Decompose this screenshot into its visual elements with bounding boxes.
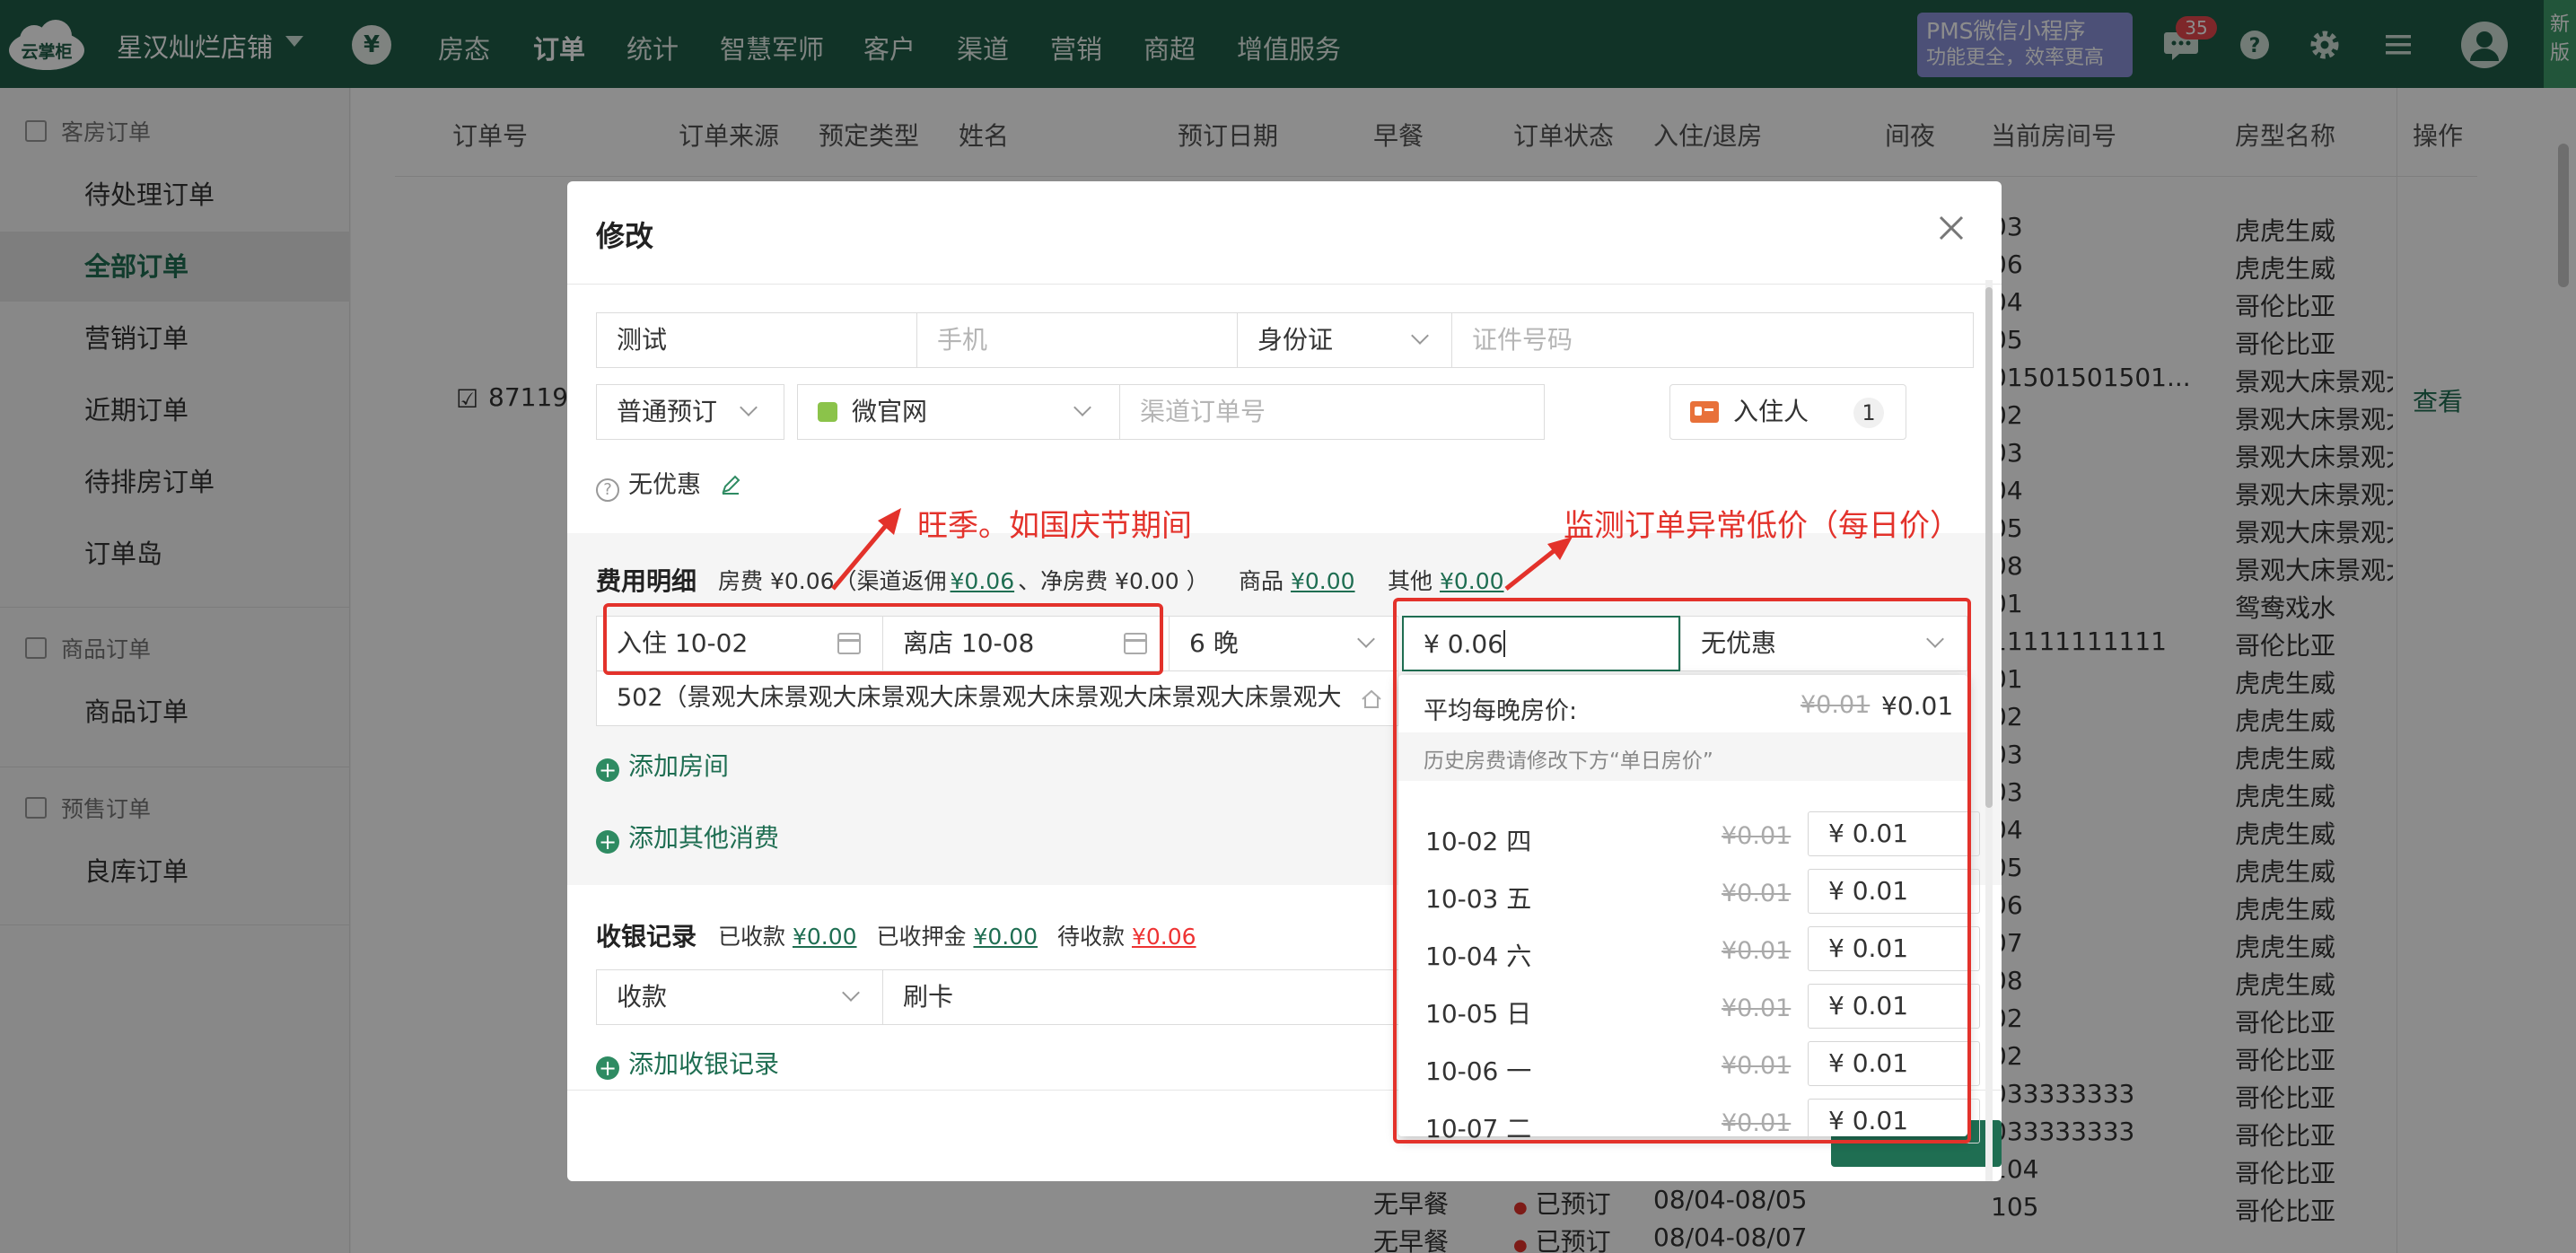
modal-header-divider <box>567 284 2002 285</box>
received-label: 已收款 <box>718 924 786 950</box>
channel-value: 微官网 <box>852 397 928 426</box>
cashier-summary: 已收款 ¥0.00 已收押金 ¥0.00 待收款 ¥0.06 <box>718 919 1196 951</box>
pending-label: 待收款 <box>1057 924 1126 950</box>
phone-input[interactable]: 手机 <box>916 312 1238 368</box>
other-fee-link[interactable]: ¥0.00 <box>1440 568 1504 594</box>
other-label: 其他 <box>1388 568 1433 594</box>
cashier-type-value: 收款 <box>617 982 668 1012</box>
received-link[interactable]: ¥0.00 <box>793 924 857 950</box>
channel-order-input[interactable]: 渠道订单号 <box>1119 384 1545 440</box>
id-card-icon <box>1690 401 1719 423</box>
modal-title: 修改 <box>596 219 654 253</box>
annotation-low-price-monitor: 监测订单异常低价（每日价） <box>1564 508 1960 544</box>
add-cashier-record-button[interactable]: + 添加收银记录 <box>596 1045 779 1081</box>
add-cashier-label: 添加收银记录 <box>628 1049 780 1079</box>
plus-icon: + <box>596 758 619 782</box>
add-room-label: 添加房间 <box>628 751 730 781</box>
house-icon <box>1360 688 1383 711</box>
add-other-label: 添加其他消费 <box>628 823 780 853</box>
goods-fee-link[interactable]: ¥0.00 <box>1291 568 1355 594</box>
guest-name-input[interactable]: 测试 <box>596 312 917 368</box>
goods-fee: 商品 ¥0.00 <box>1239 564 1355 596</box>
deposit-label: 已收押金 <box>876 924 967 950</box>
add-room-button[interactable]: + 添加房间 <box>596 747 729 783</box>
chevron-down-icon <box>1411 327 1429 345</box>
add-other-consumption-button[interactable]: + 添加其他消费 <box>596 819 779 854</box>
plus-icon: + <box>596 830 619 854</box>
chevron-down-icon <box>1357 630 1375 648</box>
channel-color-icon <box>818 402 837 422</box>
goods-label: 商品 <box>1239 568 1284 594</box>
room-select[interactable]: 502（景观大床景观大床景观大床景观大床景观大床景观大床景观大 <box>596 670 1398 726</box>
plus-icon: + <box>596 1056 619 1080</box>
annotation-peak-season: 旺季。如国庆节期间 <box>917 508 1192 544</box>
close-icon[interactable] <box>1933 210 1969 246</box>
chevron-down-icon <box>842 984 860 1002</box>
booking-type-value: 普通预订 <box>617 397 718 426</box>
id-type-select[interactable]: 身份证 <box>1237 312 1452 368</box>
payment-method-select[interactable]: 刷卡 <box>882 969 1403 1025</box>
modal-scrollbar[interactable] <box>1985 287 1993 808</box>
deposit-link[interactable]: ¥0.00 <box>973 924 1038 950</box>
question-icon: ? <box>596 478 619 502</box>
other-fee: 其他 ¥0.00 <box>1388 564 1504 596</box>
date-range-highlight <box>603 603 1163 675</box>
chevron-down-icon <box>1073 399 1091 416</box>
rebate-link[interactable]: ¥0.06 <box>951 568 1015 594</box>
id-number-input[interactable]: 证件号码 <box>1451 312 1974 368</box>
guests-label: 入住人 <box>1733 397 1809 426</box>
nights-value: 6 晚 <box>1189 628 1239 658</box>
nights-select[interactable]: 6 晚 <box>1169 616 1398 671</box>
cashier-type-select[interactable]: 收款 <box>596 969 883 1025</box>
guest-count-badge: 1 <box>1853 398 1884 428</box>
net-fee-text: 、净房费 ¥0.00 ） <box>1018 568 1209 594</box>
chevron-down-icon <box>740 399 758 416</box>
fee-summary: 房费 ¥0.06（渠道返佣 ¥0.06 、净房费 ¥0.00 ） <box>718 564 1209 596</box>
channel-select[interactable]: 微官网 <box>797 384 1120 440</box>
discount-row[interactable]: ? 无优惠 <box>596 465 741 502</box>
fee-detail-title: 费用明细 <box>596 566 697 596</box>
id-type-value: 身份证 <box>1257 325 1334 355</box>
price-highlight <box>1393 598 1971 1143</box>
edit-pencil-icon[interactable] <box>720 474 741 495</box>
pending-link[interactable]: ¥0.06 <box>1132 924 1196 950</box>
booking-type-select[interactable]: 普通预订 <box>596 384 784 440</box>
room-desc: 502（景观大床景观大床景观大床景观大床景观大床景观大床景观大 <box>617 684 1342 712</box>
guests-button[interactable]: 入住人 1 <box>1669 384 1906 440</box>
cashier-title: 收银记录 <box>596 922 697 951</box>
discount-text: 无优惠 <box>628 471 701 499</box>
